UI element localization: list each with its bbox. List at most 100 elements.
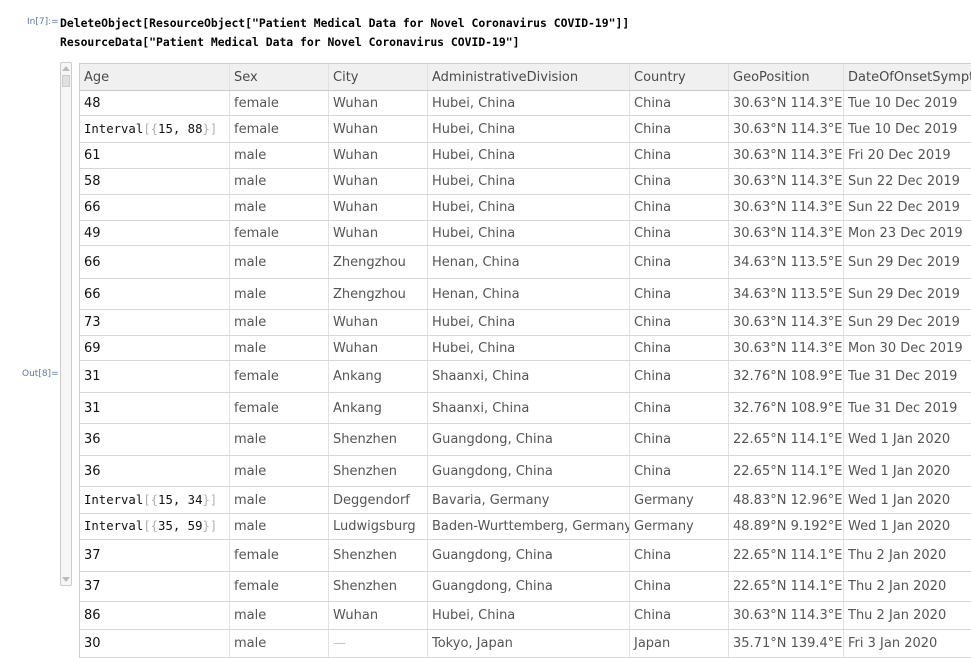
country-cell[interactable]: China: [630, 246, 729, 278]
country-cell[interactable]: China: [630, 424, 729, 455]
country-cell[interactable]: Germany: [630, 514, 729, 539]
sex-cell[interactable]: male: [230, 602, 329, 629]
age-cell[interactable]: 66: [80, 246, 230, 278]
age-cell-interval[interactable]: Interval[{35, 59}]: [80, 514, 230, 539]
country-cell[interactable]: China: [630, 602, 729, 629]
administrative-division-cell[interactable]: Hubei, China: [428, 336, 630, 360]
date-of-onset-cell[interactable]: Fri 20 Dec 2019: [844, 143, 971, 168]
geoposition-cell[interactable]: 22.65°N 114.1°E: [729, 540, 844, 571]
scroll-down-arrow-icon[interactable]: [62, 577, 70, 582]
country-cell[interactable]: China: [630, 540, 729, 571]
date-of-onset-cell[interactable]: Sun 29 Dec 2019: [844, 246, 971, 278]
sex-cell[interactable]: male: [230, 143, 329, 168]
sex-cell[interactable]: female: [230, 361, 329, 392]
administrative-division-cell[interactable]: Hubei, China: [428, 91, 630, 115]
code-line-resource-data[interactable]: ResourceData["Patient Medical Data for N…: [60, 35, 519, 49]
city-cell[interactable]: Wuhan: [329, 310, 428, 335]
country-cell[interactable]: China: [630, 195, 729, 220]
geoposition-cell[interactable]: 32.76°N 108.9°E: [729, 393, 844, 423]
country-cell[interactable]: China: [630, 279, 729, 309]
geoposition-cell[interactable]: 34.63°N 113.5°E: [729, 246, 844, 278]
scrollbar-thumb[interactable]: [62, 75, 70, 87]
geoposition-cell[interactable]: 30.63°N 114.3°E: [729, 221, 844, 245]
sex-cell[interactable]: female: [230, 572, 329, 601]
age-cell[interactable]: 36: [80, 456, 230, 486]
geoposition-cell[interactable]: 30.63°N 114.3°E: [729, 310, 844, 335]
age-cell-interval[interactable]: Interval[{15, 34}]: [80, 487, 230, 513]
age-cell[interactable]: 66: [80, 195, 230, 220]
administrative-division-cell[interactable]: Guangdong, China: [428, 424, 630, 455]
date-of-onset-cell[interactable]: Thu 2 Jan 2020: [844, 540, 971, 571]
country-cell[interactable]: Japan: [630, 630, 729, 657]
vertical-scrollbar[interactable]: [60, 62, 72, 586]
city-cell[interactable]: Wuhan: [329, 116, 428, 142]
geoposition-cell[interactable]: 30.63°N 114.3°E: [729, 91, 844, 115]
date-of-onset-cell[interactable]: Sun 29 Dec 2019: [844, 310, 971, 335]
age-cell-interval[interactable]: Interval[{15, 88}]: [80, 116, 230, 142]
sex-cell[interactable]: male: [230, 310, 329, 335]
city-cell[interactable]: Wuhan: [329, 169, 428, 194]
geoposition-cell[interactable]: 48.83°N 12.96°E: [729, 487, 844, 513]
city-cell[interactable]: Wuhan: [329, 221, 428, 245]
city-cell[interactable]: Ankang: [329, 361, 428, 392]
date-of-onset-cell[interactable]: Mon 23 Dec 2019: [844, 221, 971, 245]
city-cell[interactable]: Wuhan: [329, 91, 428, 115]
age-cell[interactable]: 73: [80, 310, 230, 335]
country-cell[interactable]: China: [630, 456, 729, 486]
geoposition-cell[interactable]: 48.89°N 9.192°E: [729, 514, 844, 539]
date-of-onset-cell[interactable]: Wed 1 Jan 2020: [844, 514, 971, 539]
geoposition-cell[interactable]: 32.76°N 108.9°E: [729, 361, 844, 392]
administrative-division-cell[interactable]: Guangdong, China: [428, 456, 630, 486]
city-cell[interactable]: Shenzhen: [329, 540, 428, 571]
date-of-onset-cell[interactable]: Wed 1 Jan 2020: [844, 456, 971, 486]
date-of-onset-cell[interactable]: Wed 1 Jan 2020: [844, 424, 971, 455]
geoposition-cell[interactable]: 30.63°N 114.3°E: [729, 336, 844, 360]
city-cell[interactable]: Wuhan: [329, 602, 428, 629]
city-cell[interactable]: —: [329, 630, 428, 657]
date-of-onset-cell[interactable]: Thu 2 Jan 2020: [844, 602, 971, 629]
city-cell[interactable]: Wuhan: [329, 143, 428, 168]
age-cell[interactable]: 31: [80, 393, 230, 423]
country-cell[interactable]: China: [630, 169, 729, 194]
city-cell[interactable]: Zhengzhou: [329, 279, 428, 309]
administrative-division-cell[interactable]: Baden-Wurttemberg, Germany: [428, 514, 630, 539]
administrative-division-cell[interactable]: Hubei, China: [428, 116, 630, 142]
age-cell[interactable]: 66: [80, 279, 230, 309]
country-cell[interactable]: China: [630, 361, 729, 392]
city-cell[interactable]: Shenzhen: [329, 456, 428, 486]
sex-cell[interactable]: male: [230, 487, 329, 513]
sex-cell[interactable]: male: [230, 336, 329, 360]
administrative-division-cell[interactable]: Hubei, China: [428, 195, 630, 220]
administrative-division-cell[interactable]: Shaanxi, China: [428, 361, 630, 392]
administrative-division-cell[interactable]: Hubei, China: [428, 221, 630, 245]
city-cell[interactable]: Shenzhen: [329, 424, 428, 455]
country-cell[interactable]: China: [630, 393, 729, 423]
country-cell[interactable]: China: [630, 91, 729, 115]
city-cell[interactable]: Deggendorf: [329, 487, 428, 513]
country-cell[interactable]: China: [630, 143, 729, 168]
city-cell[interactable]: Wuhan: [329, 336, 428, 360]
sex-cell[interactable]: female: [230, 393, 329, 423]
sex-cell[interactable]: female: [230, 540, 329, 571]
city-cell[interactable]: Ankang: [329, 393, 428, 423]
date-of-onset-cell[interactable]: Sun 29 Dec 2019: [844, 279, 971, 309]
date-of-onset-cell[interactable]: Sun 22 Dec 2019: [844, 169, 971, 194]
country-cell[interactable]: China: [630, 310, 729, 335]
date-of-onset-cell[interactable]: Sun 22 Dec 2019: [844, 195, 971, 220]
administrative-division-cell[interactable]: Hubei, China: [428, 169, 630, 194]
date-of-onset-cell[interactable]: Tue 10 Dec 2019: [844, 91, 971, 115]
administrative-division-cell[interactable]: Shaanxi, China: [428, 393, 630, 423]
geoposition-cell[interactable]: 22.65°N 114.1°E: [729, 424, 844, 455]
sex-cell[interactable]: male: [230, 456, 329, 486]
city-cell[interactable]: Shenzhen: [329, 572, 428, 601]
sex-cell[interactable]: male: [230, 630, 329, 657]
column-header-sex[interactable]: Sex: [230, 64, 329, 90]
country-cell[interactable]: China: [630, 336, 729, 360]
column-header-country[interactable]: Country: [630, 64, 729, 90]
administrative-division-cell[interactable]: Guangdong, China: [428, 540, 630, 571]
sex-cell[interactable]: male: [230, 195, 329, 220]
code-line-delete-object[interactable]: DeleteObject[ResourceObject["Patient Med…: [60, 16, 629, 30]
age-cell[interactable]: 37: [80, 540, 230, 571]
country-cell[interactable]: China: [630, 116, 729, 142]
age-cell[interactable]: 58: [80, 169, 230, 194]
